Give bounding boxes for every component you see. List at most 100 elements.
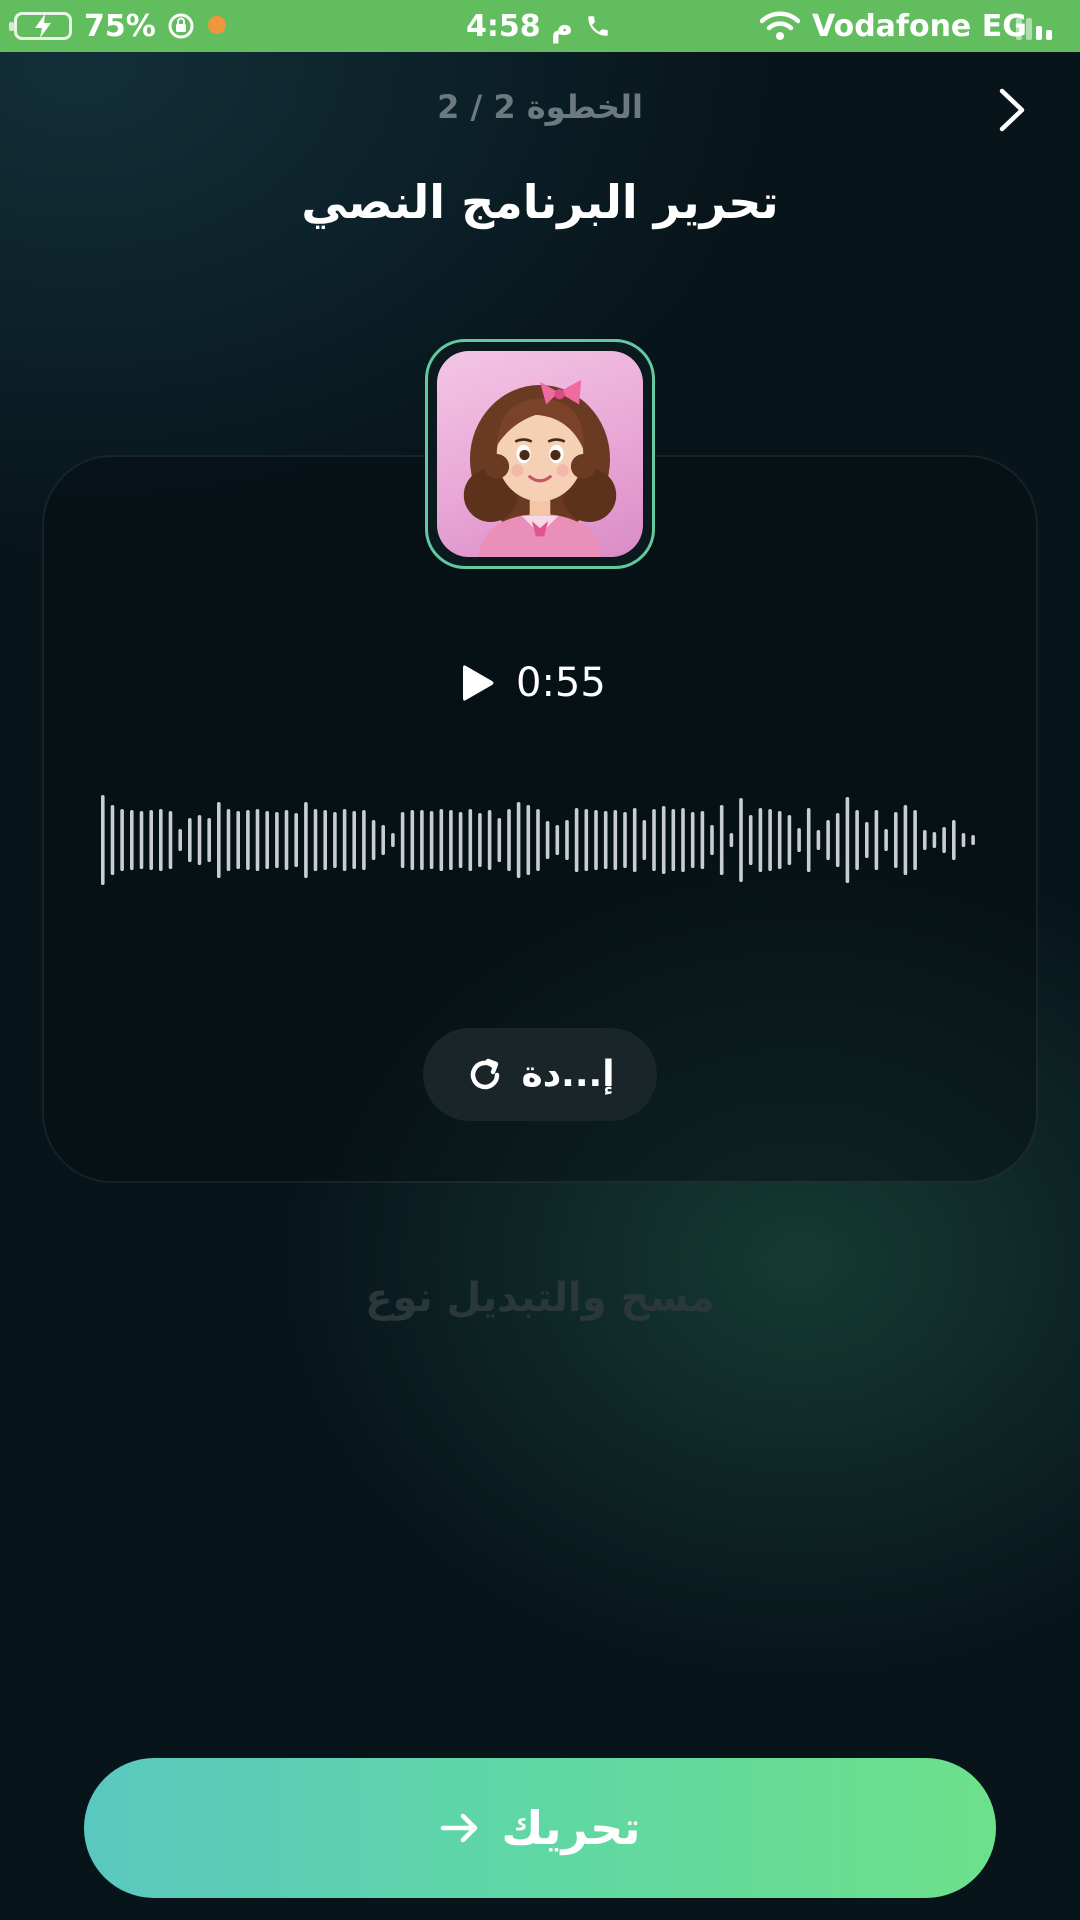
phone-icon	[585, 0, 611, 52]
waveform-bar	[632, 808, 637, 872]
waveform-bar	[207, 818, 211, 862]
waveform-bar	[729, 833, 734, 847]
waveform-bar	[806, 808, 811, 872]
regenerate-label: إ...دة	[521, 1054, 615, 1095]
avatar[interactable]	[425, 339, 655, 569]
waveform-bar	[255, 809, 260, 871]
waveform-bar	[555, 825, 560, 855]
waveform-bar	[835, 813, 840, 867]
waveform-bar	[942, 827, 946, 853]
waveform-bar	[913, 810, 917, 870]
waveform-bar	[323, 810, 327, 870]
waveform-bar	[961, 833, 966, 847]
waveform-bar	[903, 805, 908, 875]
waveform-bar	[130, 810, 134, 870]
waveform-bar	[874, 810, 879, 870]
waveform-bar	[246, 810, 250, 870]
waveform-bar	[700, 811, 705, 869]
waveform-bar	[304, 802, 308, 878]
waveform-bar	[178, 829, 182, 851]
waveform-bar	[420, 810, 424, 870]
waveform-bar	[952, 820, 956, 860]
waveform-bar	[826, 820, 830, 860]
waveform-bar	[594, 810, 598, 870]
clock: 4:58 م	[466, 8, 574, 44]
waveform-bar	[381, 825, 385, 855]
waveform-bar	[710, 825, 714, 855]
battery-percent: 75%	[84, 8, 156, 44]
waveform-bar	[768, 809, 772, 871]
waveform-bar	[333, 812, 337, 868]
waveform-bar	[584, 809, 589, 871]
charging-bolt-icon	[35, 14, 51, 38]
waveform-bar	[652, 809, 656, 871]
waveform-bar	[787, 815, 792, 865]
rotation-lock-icon	[166, 0, 196, 52]
waveform-bar	[449, 810, 453, 870]
waveform-bar	[487, 810, 492, 870]
back-button[interactable]	[990, 80, 1034, 140]
waveform-bar	[777, 811, 782, 869]
waveform-bar	[816, 830, 821, 850]
waveform-bar	[313, 809, 318, 871]
battery-icon	[9, 0, 72, 52]
waveform-bar	[642, 820, 647, 860]
waveform-bar	[139, 811, 144, 869]
carrier-name: Vodafone EG	[812, 8, 1027, 44]
waveform-bar	[932, 832, 937, 848]
wifi-icon	[760, 0, 800, 52]
waveform-bar	[516, 802, 521, 878]
waveform-bar	[690, 812, 695, 868]
animate-button[interactable]: تحريك	[84, 1758, 996, 1898]
waveform-bar	[748, 815, 753, 865]
waveform-bar	[536, 809, 540, 871]
waveform-bar	[400, 812, 405, 868]
animate-button-label: تحريك	[501, 1801, 641, 1855]
waveform-bar	[468, 809, 473, 871]
waveform-bar	[371, 820, 376, 860]
waveform-bar	[661, 806, 666, 874]
waveform-bar	[101, 795, 105, 885]
waveform-bar	[429, 811, 434, 869]
play-button[interactable]	[460, 663, 496, 703]
waveform-bar	[217, 802, 221, 878]
waveform-bar	[294, 813, 298, 867]
waveform-bar	[855, 810, 859, 870]
waveform-bar	[894, 812, 898, 868]
waveform-bar	[188, 818, 192, 862]
audio-waveform[interactable]	[100, 795, 980, 885]
waveform-bar	[865, 822, 869, 858]
waveform-bar	[971, 835, 975, 845]
waveform-bar	[671, 809, 676, 871]
waveform-bar	[681, 808, 685, 872]
waveform-bar	[120, 809, 124, 871]
waveform-bar	[226, 809, 231, 871]
waveform-bar	[739, 798, 743, 882]
waveform-bar	[797, 828, 801, 852]
waveform-bar	[845, 797, 850, 883]
privacy-indicator-dot	[208, 16, 226, 34]
waveform-bar	[507, 809, 511, 871]
page-title: تحرير البرنامج النصي	[301, 175, 779, 229]
waveform-bar	[565, 820, 569, 860]
waveform-bar	[545, 821, 550, 859]
waveform-bar	[574, 808, 579, 872]
waveform-bar	[923, 830, 927, 850]
waveform-bar	[719, 805, 724, 875]
waveform-bar	[362, 810, 366, 870]
waveform-bar	[159, 809, 163, 871]
waveform-bar	[497, 818, 502, 862]
waveform-bar	[275, 812, 279, 868]
signal-icon	[1016, 0, 1052, 52]
chevron-right-icon	[999, 88, 1025, 132]
regenerate-button[interactable]: إ...دة	[423, 1028, 657, 1121]
waveform-bar	[168, 811, 173, 869]
waveform-bar	[410, 810, 415, 870]
waveform-bar	[236, 811, 240, 869]
arrow-right-icon	[441, 1813, 478, 1843]
waveform-bar	[342, 809, 347, 871]
avatar-image	[437, 351, 643, 557]
waveform-bar	[603, 811, 608, 869]
clear-and-switch-link[interactable]: مسح والتبديل نوع	[290, 1275, 790, 1321]
waveform-bar	[391, 833, 395, 847]
